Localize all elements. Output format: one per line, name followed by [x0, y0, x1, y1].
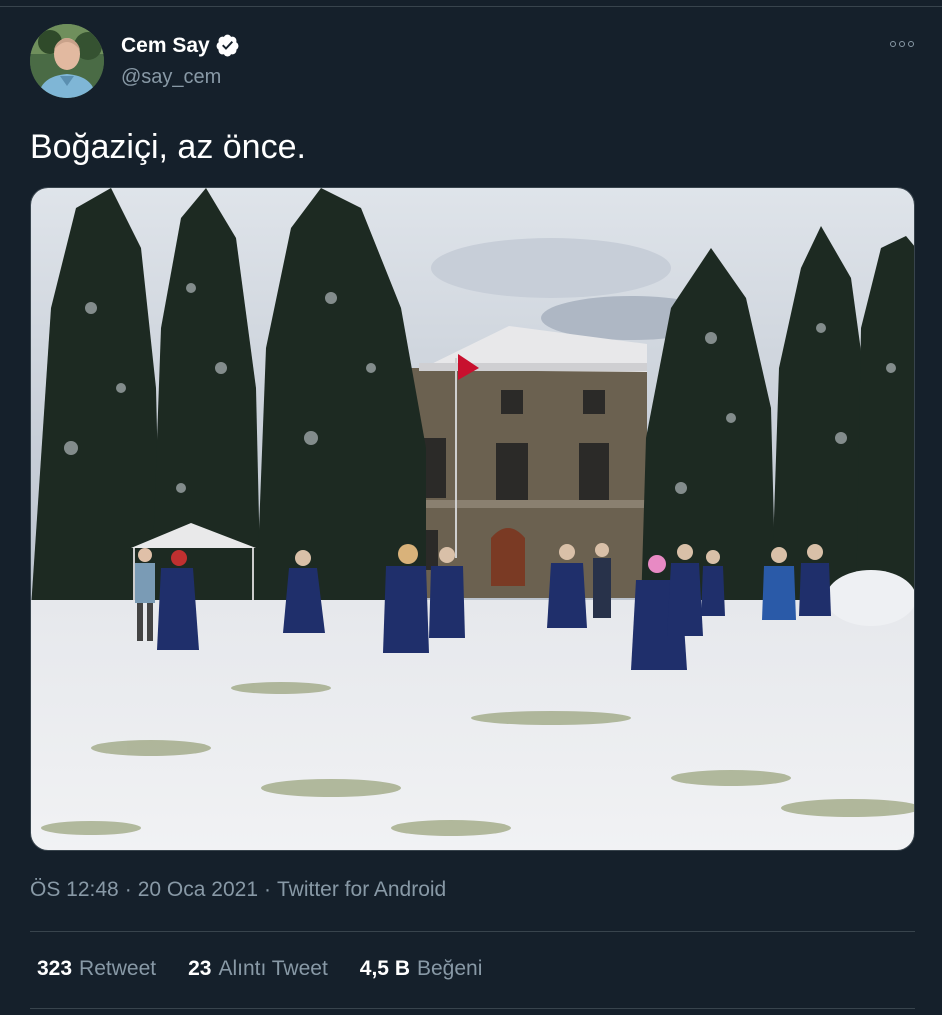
like-count: 4,5 B	[359, 957, 410, 980]
meta-separator: ·	[124, 878, 132, 901]
stats-divider-bottom	[30, 1008, 915, 1009]
retweet-label: Retweet	[79, 957, 157, 980]
retweet-count: 323	[37, 957, 73, 980]
more-options-icon[interactable]	[886, 34, 918, 54]
tweet-source[interactable]: Twitter for Android	[277, 878, 446, 902]
verified-badge-icon	[216, 34, 239, 57]
meta-separator: ·	[264, 878, 271, 901]
quote-tweet-count: 23	[188, 957, 212, 980]
tweet-photo[interactable]	[30, 187, 915, 851]
retweet-stat[interactable]: 323 Retweet	[37, 957, 156, 981]
tweet-timestamp[interactable]: ÖS 12:48	[30, 878, 119, 902]
quote-tweet-label: Alıntı Tweet	[218, 957, 328, 980]
tweet-stats: 323 Retweet 23 Alıntı Tweet 4,5 B Beğeni	[37, 957, 482, 981]
top-divider	[0, 6, 942, 7]
stats-divider-top	[30, 931, 915, 932]
tweet-meta: ÖS 12:48 · 20 Oca 2021 · Twitter for And…	[30, 878, 446, 902]
like-label: Beğeni	[417, 957, 483, 980]
like-stat[interactable]: 4,5 B Beğeni	[360, 957, 483, 981]
avatar[interactable]	[30, 24, 104, 98]
author-name[interactable]: Cem Say	[121, 34, 210, 58]
tweet-date[interactable]: 20 Oca 2021	[138, 878, 258, 902]
tweet-text: Boğaziçi, az önce.	[30, 128, 306, 166]
quote-tweet-stat[interactable]: 23 Alıntı Tweet	[188, 957, 328, 981]
author-handle[interactable]: @say_cem	[121, 66, 221, 89]
